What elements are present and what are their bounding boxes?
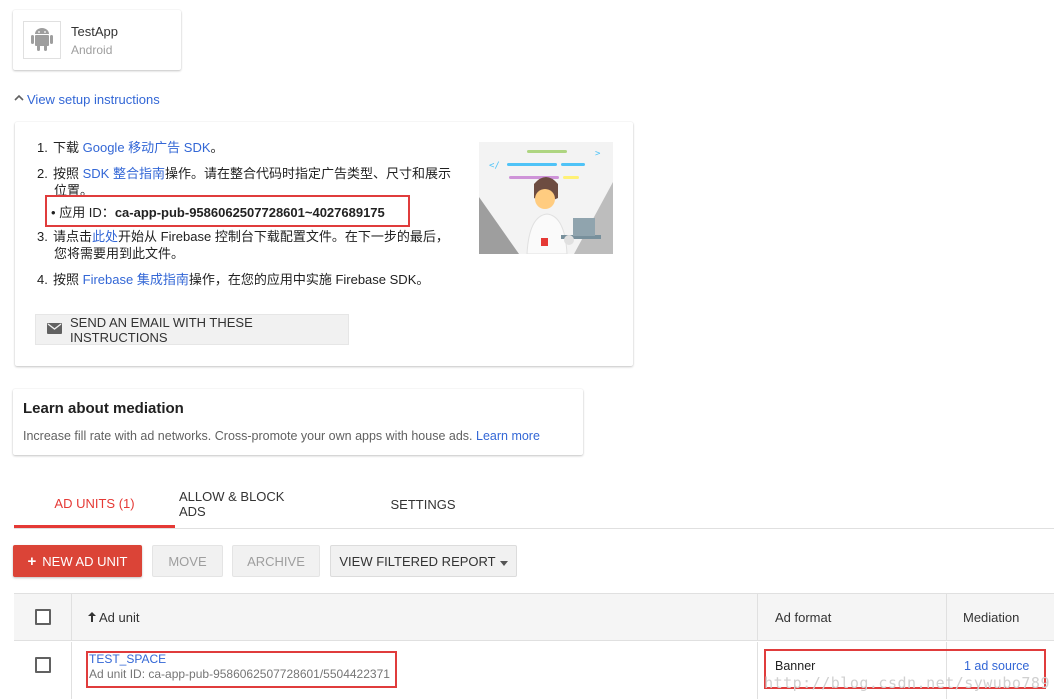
step-number: 2. [37,166,48,181]
row-select-cell [14,642,72,699]
setup-step-3: 3. 请点击此处开始从 Firebase 控制台下载配置文件。在下一步的最后， 您… [37,228,457,262]
step-text-line2: 您将需要用到此文件。 [54,246,185,261]
ad-unit-name-link[interactable]: TEST_SPACE [89,652,166,666]
svg-text:>: > [595,149,601,159]
app-id-label: 应用 ID： [59,205,115,220]
step-text: 按照 [53,166,83,181]
header-select-all [14,594,72,641]
mediation-title: Learn about mediation [23,400,184,417]
chevron-up-icon [13,92,25,107]
column-header-ad-unit-label: Ad unit [99,609,140,625]
send-email-instructions-button[interactable]: SEND AN EMAIL WITH THESE INSTRUCTIONS [35,314,349,345]
app-name: TestApp [71,24,118,39]
setup-instructions-toggle[interactable]: View setup instructions [13,92,160,107]
step-number: 1. [37,140,48,155]
row-checkbox[interactable] [34,657,51,673]
setup-instructions-card: 1. 下载 Google 移动广告 SDK。 2. 按照 SDK 整合指南操作。请在… [15,122,633,366]
tab-settings[interactable]: SETTINGS [369,482,477,526]
mediation-ad-source-link[interactable]: 1 ad source [964,659,1029,673]
mediation-card: Learn about mediation Increase fill rate… [13,389,583,455]
step-text: 按照 [53,272,83,287]
new-ad-unit-button[interactable]: + NEW AD UNIT [13,545,142,577]
view-filtered-report-button[interactable]: VIEW FILTERED REPORT [330,545,517,577]
step-text: 下载 [53,140,83,155]
sdk-integration-guide-link[interactable]: SDK 整合指南 [83,166,165,181]
firebase-download-link[interactable]: 此处 [92,229,118,244]
archive-button[interactable]: ARCHIVE [232,545,320,577]
select-all-checkbox[interactable] [34,609,51,625]
move-button[interactable]: MOVE [152,545,223,577]
app-card[interactable]: TestApp Android [13,10,181,70]
developer-illustration: </ > [479,142,613,254]
step-text: 开始从 Firebase 控制台下载配置文件。在下一步的最后， [118,229,449,244]
new-ad-unit-label: NEW AD UNIT [42,553,128,569]
learn-more-link[interactable]: Learn more [476,429,540,443]
step-text: 操作，在您的应用中实施 Firebase SDK。 [188,272,430,287]
plus-icon: + [27,552,37,570]
mediation-description: Increase fill rate with ad networks. Cro… [23,429,540,443]
view-filtered-report-label: VIEW FILTERED REPORT [339,553,496,569]
setup-step-1: 1. 下载 Google 移动广告 SDK。 [37,139,457,156]
watermark-text: http://blog.csdn.net/sywubo789 [764,674,1050,692]
column-header-ad-unit[interactable]: Ad unit [72,594,758,641]
setup-toggle-label: View setup instructions [27,92,160,107]
setup-step-2: 2. 按照 SDK 整合指南操作。请在整合代码时指定广告类型、尺寸和展示 位置。 [37,165,457,199]
column-header-ad-format[interactable]: Ad format [758,594,947,641]
app-id-line: • 应用 ID：ca-app-pub-9586062507728601~4027… [51,202,385,221]
android-icon [23,21,61,59]
step-text: 。 [210,140,224,155]
mail-icon [47,322,62,337]
app-platform: Android [71,43,113,57]
send-email-label: SEND AN EMAIL WITH THESE INSTRUCTIONS [70,314,253,345]
step-number: 4. [37,272,48,287]
firebase-integration-guide-link[interactable]: Firebase 集成指南 [83,272,189,287]
bullet: • [51,205,56,220]
svg-text:</: </ [489,161,500,171]
step-text-line2: 位置。 [54,183,94,198]
tab-ad-units[interactable]: AD UNITS (1) [14,482,175,528]
step-text: 操作。请在整合代码时指定广告类型、尺寸和展示 [164,166,451,181]
caret-down-icon [499,554,508,569]
sort-arrow-up-icon [88,610,96,625]
column-header-mediation[interactable]: Mediation [947,594,1054,641]
mediation-description-text: Increase fill rate with ad networks. Cro… [23,429,473,443]
ad-unit-id: Ad unit ID: ca-app-pub-9586062507728601/… [89,667,390,681]
tab-bar: AD UNITS (1) ALLOW & BLOCK ADS SETTINGS [14,482,1054,529]
ad-format-value: Banner [775,659,816,673]
setup-step-4: 4. 按照 Firebase 集成指南操作，在您的应用中实施 Firebase S… [37,271,457,288]
app-id-value: ca-app-pub-9586062507728601~4027689175 [114,205,385,220]
tab-allow-block-ads[interactable]: ALLOW & BLOCK ADS [179,482,313,526]
table-row-ad-unit-cell: TEST_SPACE Ad unit ID: ca-app-pub-958606… [72,642,758,699]
step-number: 3. [37,229,48,244]
sdk-download-link[interactable]: Google 移动广告 SDK [83,140,211,155]
step-text: 请点击 [53,229,93,244]
